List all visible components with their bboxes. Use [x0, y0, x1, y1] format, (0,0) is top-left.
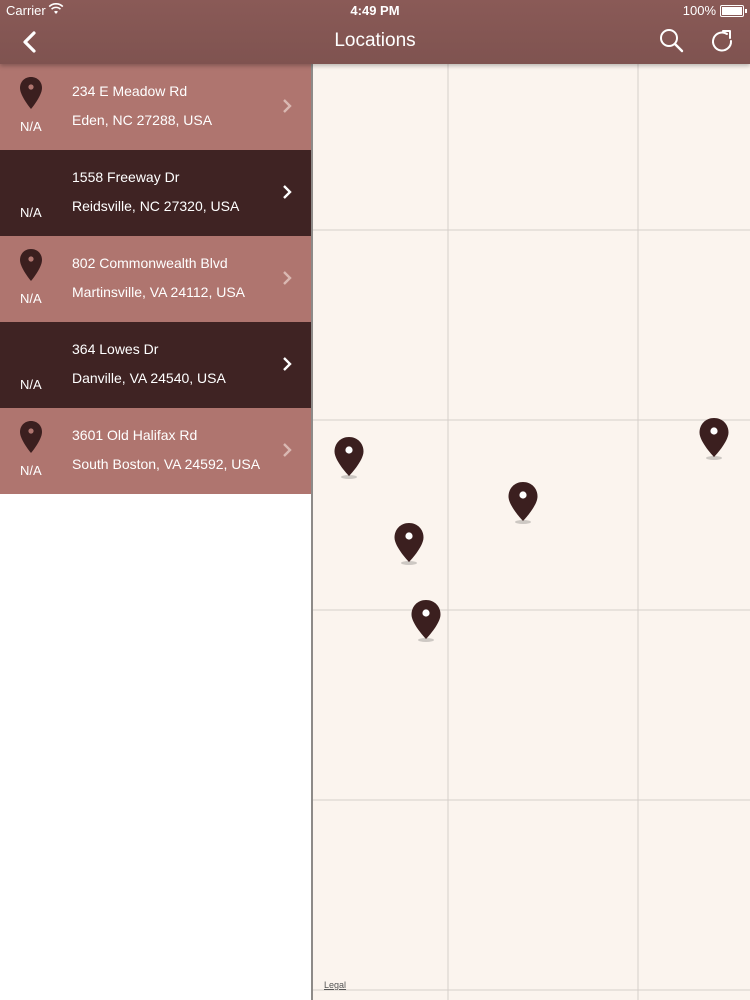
location-row[interactable]: N/A 234 E Meadow Rd Eden, NC 27288, USA — [0, 64, 311, 150]
locations-list: N/A 234 E Meadow Rd Eden, NC 27288, USA … — [0, 64, 313, 1000]
location-row[interactable]: N/A 1558 Freeway Dr Reidsville, NC 27320… — [0, 150, 311, 236]
chevron-right-icon — [283, 271, 292, 285]
address-street: 234 E Meadow Rd — [72, 83, 188, 99]
chevron-right-icon — [283, 99, 292, 113]
search-icon[interactable] — [656, 26, 688, 56]
distance-label: N/A — [20, 205, 42, 220]
refresh-icon[interactable] — [706, 26, 738, 56]
location-row[interactable]: N/A 802 Commonwealth Blvd Martinsville, … — [0, 236, 311, 322]
location-pin-icon — [20, 421, 42, 453]
address-street: 3601 Old Halifax Rd — [72, 427, 198, 443]
chevron-right-icon — [283, 443, 292, 457]
address-city: Reidsville, NC 27320, USA — [72, 198, 240, 214]
location-row[interactable]: N/A 364 Lowes Dr Danville, VA 24540, USA — [0, 322, 311, 408]
battery-percent: 100% — [682, 3, 716, 18]
map-pin-icon[interactable] — [698, 417, 730, 461]
status-time: 4:49 PM — [350, 3, 400, 18]
address-street: 1558 Freeway Dr — [72, 169, 180, 185]
distance-label: N/A — [20, 377, 42, 392]
address-city: South Boston, VA 24592, USA — [72, 456, 261, 472]
status-bar: Carrier 4:49 PM 100% — [0, 0, 750, 20]
map-pin-icon[interactable] — [507, 481, 539, 525]
location-pin-icon — [20, 77, 42, 109]
nav-bar: Locations — [0, 20, 750, 64]
legal-link[interactable]: Legal — [324, 980, 346, 990]
location-pin-icon — [20, 249, 42, 281]
map-pin-icon[interactable] — [410, 599, 442, 643]
chevron-right-icon — [283, 357, 292, 371]
distance-label: N/A — [20, 463, 42, 478]
address-city: Danville, VA 24540, USA — [72, 370, 226, 386]
map-view[interactable]: Legal — [313, 64, 750, 1000]
location-row[interactable]: N/A 3601 Old Halifax Rd South Boston, VA… — [0, 408, 311, 494]
address-city: Martinsville, VA 24112, USA — [72, 284, 246, 300]
address-city: Eden, NC 27288, USA — [72, 112, 213, 128]
header: Carrier 4:49 PM 100% Locations — [0, 0, 750, 64]
address-street: 364 Lowes Dr — [72, 341, 159, 357]
map-grid — [313, 64, 750, 1000]
address-street: 802 Commonwealth Blvd — [72, 255, 228, 271]
battery-icon — [720, 5, 747, 17]
map-pin-icon[interactable] — [333, 436, 365, 480]
map-pin-icon[interactable] — [393, 522, 425, 566]
chevron-right-icon — [283, 185, 292, 199]
page-title: Locations — [334, 30, 416, 51]
distance-label: N/A — [20, 291, 42, 306]
distance-label: N/A — [20, 119, 42, 134]
